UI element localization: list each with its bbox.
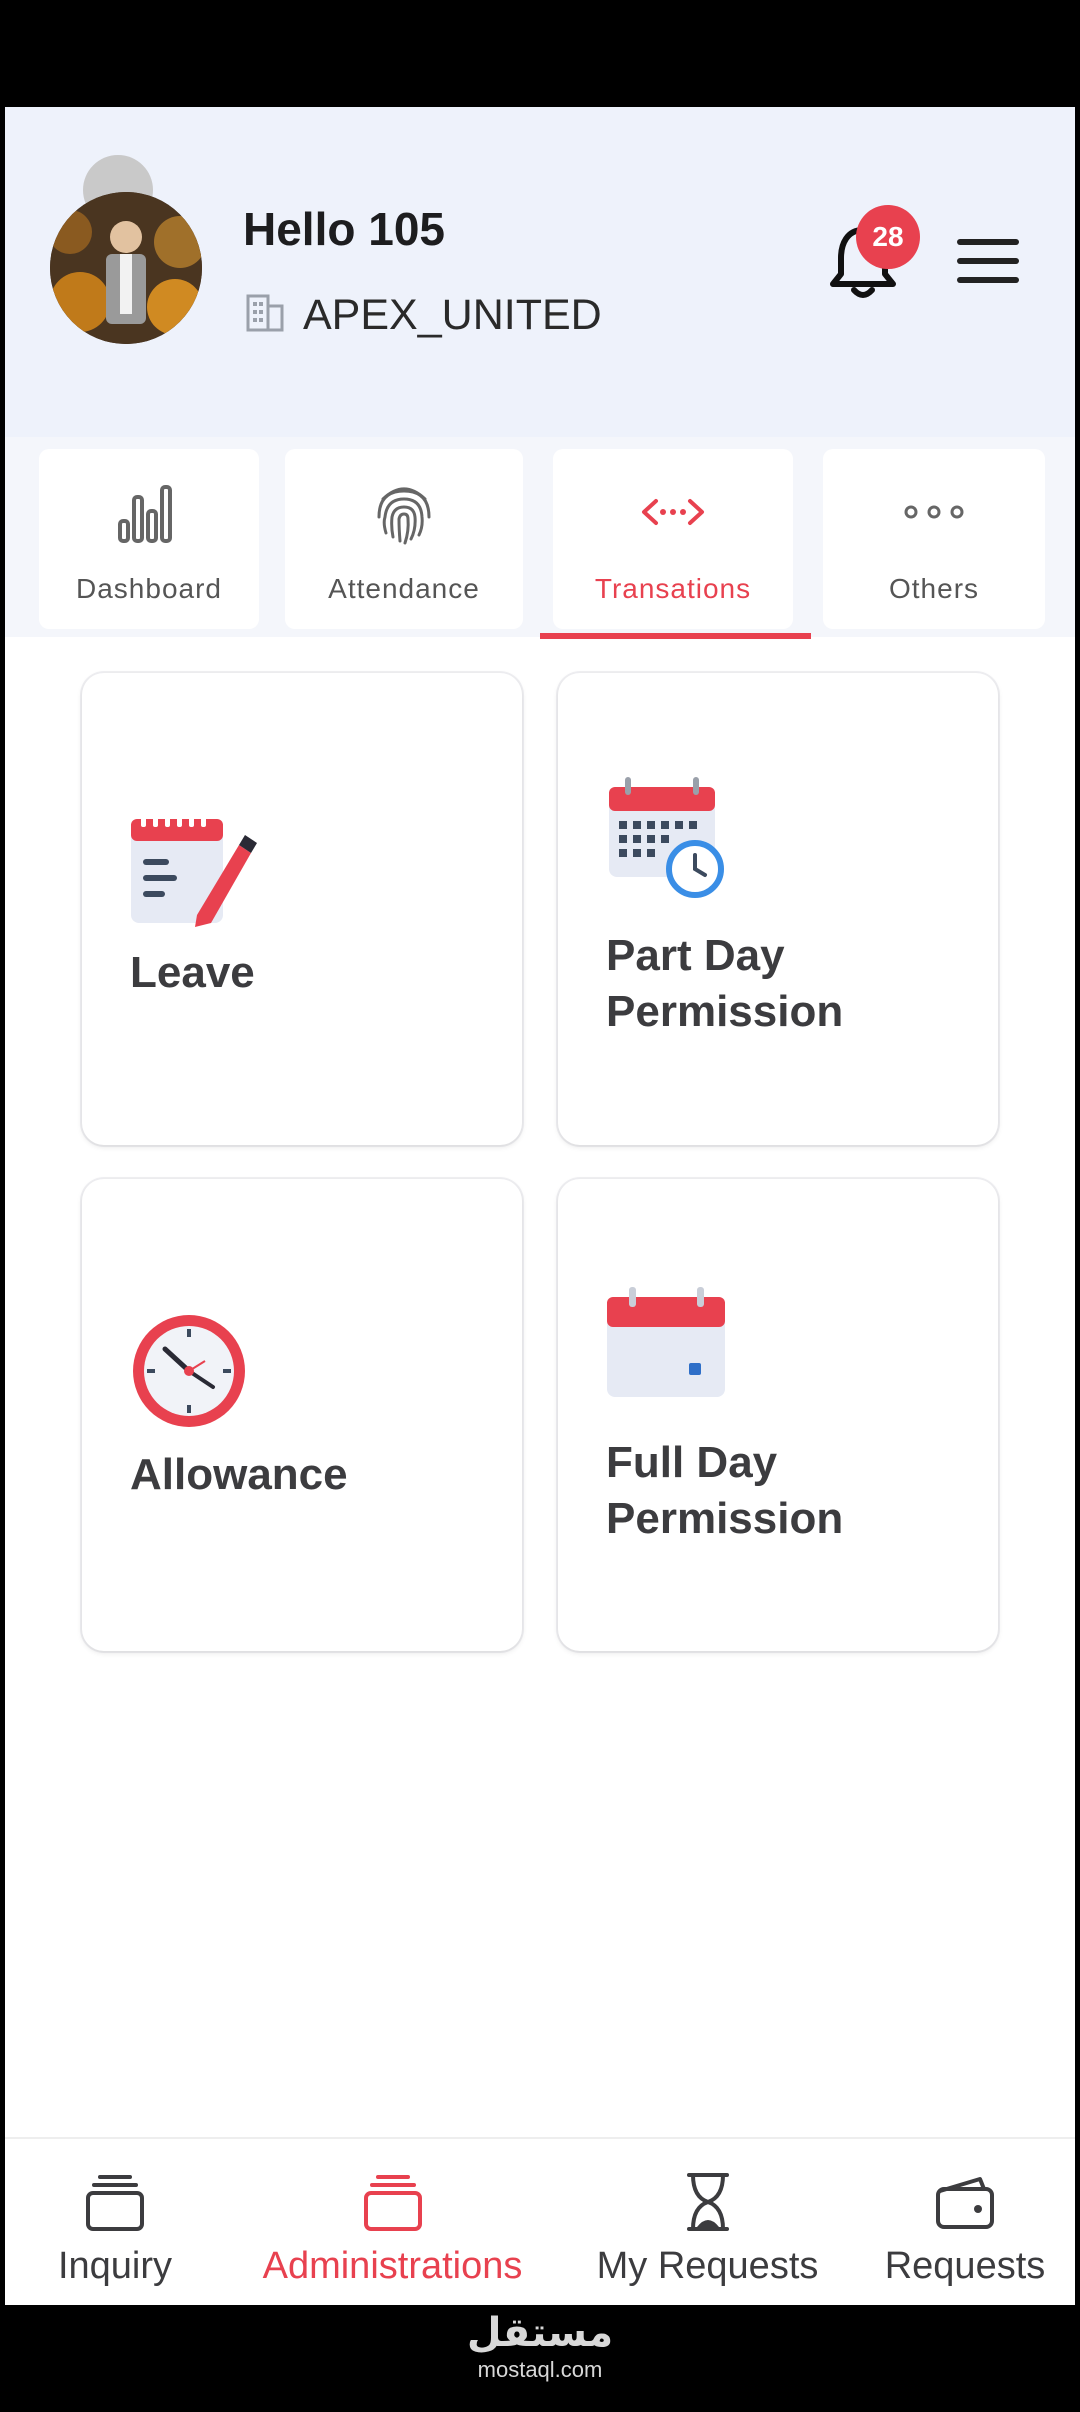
active-tab-indicator [540,633,811,639]
avatar[interactable] [50,192,202,344]
nav-label: Administrations [262,2245,523,2287]
notification-badge: 28 [856,205,920,269]
nav-label: Inquiry [57,2245,173,2287]
section-tabs: Dashboard Attendance Transations Others [5,437,1075,637]
tab-dashboard[interactable]: Dashboard [39,449,259,629]
building-icon [246,294,284,332]
more-dots-icon [904,505,964,519]
bar-chart-icon [118,485,172,543]
wallet-icon [936,2177,994,2229]
watermark-arabic: مستقل [466,2310,614,2356]
calendar-clock-icon [609,777,724,898]
stack-icon [86,2175,144,2231]
hamburger-menu-icon[interactable] [957,239,1019,289]
nav-label: My Requests [596,2245,819,2287]
profile-header: Hello 105 APEX_UNITED 28 [5,107,1075,437]
tab-label: Dashboard [76,573,222,604]
hourglass-icon [686,2173,729,2231]
bottom-nav: Inquiry Administrations My Requests Requ… [5,2137,1075,2305]
card-part-day-permission[interactable]: Part Day Permission [558,673,998,1145]
calendar-icon [607,1287,725,1397]
card-allowance[interactable]: Allowance [82,1179,522,1651]
nav-requests[interactable]: Requests [875,2139,1055,2305]
fingerprint-icon [377,487,431,545]
code-arrows-icon [642,499,704,525]
watermark-latin: mostaql.com [477,2357,603,2382]
card-title: Full Day Permission [606,1438,844,1543]
card-leave[interactable]: Leave [82,673,522,1145]
clock-icon [133,1315,245,1427]
card-full-day-permission[interactable]: Full Day Permission [558,1179,998,1651]
stack-icon [363,2175,422,2231]
nav-label: Requests [884,2245,1046,2287]
nav-inquiry[interactable]: Inquiry [25,2139,205,2305]
card-title: Allowance [130,1450,348,1499]
watermark-logo: مستقل mostaql.com [460,2308,620,2382]
nav-my-requests[interactable]: My Requests [585,2139,830,2305]
notepad-pen-icon [131,811,257,927]
tab-attendance[interactable]: Attendance [285,449,523,629]
tab-label: Attendance [328,573,480,604]
tab-label: Transations [594,573,752,604]
greeting-text: Hello 105 [243,203,445,255]
nav-administrations[interactable]: Administrations [245,2139,540,2305]
tab-label: Others [888,573,980,604]
tab-others[interactable]: Others [823,449,1045,629]
card-title: Leave [130,948,255,997]
company-name: APEX_UNITED [303,291,602,339]
tab-transations[interactable]: Transations [553,449,793,629]
card-title: Part Day Permission [606,931,844,1036]
app-screen: Hello 105 APEX_UNITED 28 Dashboard Atten… [5,107,1075,2305]
